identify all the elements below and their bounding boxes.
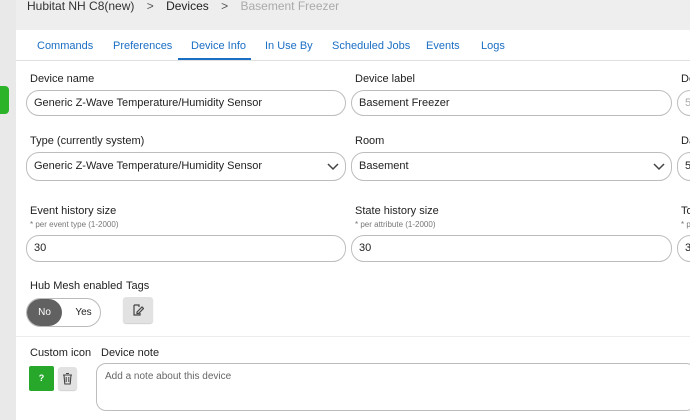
device-note-textarea[interactable]: Add a note about this device [96, 363, 690, 411]
tab-commands[interactable]: Commands [37, 40, 93, 52]
device-label-label: Device label [355, 73, 415, 85]
column3-row3-hint: * p [681, 220, 690, 229]
section-divider [16, 336, 690, 337]
chevron-down-icon [327, 163, 339, 171]
room-select[interactable]: Basement [351, 152, 672, 181]
type-select[interactable]: Generic Z-Wave Temperature/Humidity Sens… [26, 152, 346, 181]
active-tab-indicator [178, 58, 251, 60]
hub-mesh-no-option[interactable]: No [27, 299, 62, 326]
breadcrumb-hub[interactable]: Hubitat NH C8(new) [27, 0, 134, 12]
breadcrumb-devices[interactable]: Devices [166, 0, 209, 12]
tab-preferences[interactable]: Preferences [113, 40, 172, 52]
type-select-value: Generic Z-Wave Temperature/Humidity Sens… [34, 160, 263, 172]
tags-label: Tags [126, 280, 150, 292]
state-history-input[interactable]: 30 [351, 235, 672, 262]
sidebar-active-indicator[interactable] [0, 86, 9, 114]
event-history-input[interactable]: 30 [26, 235, 346, 262]
edit-icon [133, 304, 144, 316]
tab-in-use-by[interactable]: In Use By [265, 40, 313, 52]
device-label-input[interactable]: Basement Freezer [351, 90, 672, 116]
chevron-down-icon [653, 163, 665, 171]
left-sidebar-strip [0, 0, 16, 420]
room-label: Room [355, 135, 385, 147]
delete-icon-button[interactable] [58, 367, 77, 390]
column3-row1-input[interactable]: 5 [677, 90, 690, 116]
edit-tags-button[interactable] [123, 297, 153, 323]
trash-icon [63, 372, 72, 385]
column3-row1-label: De [681, 73, 690, 85]
event-history-label: Event history size [30, 205, 117, 217]
tab-scheduled-jobs[interactable]: Scheduled Jobs [332, 40, 410, 52]
breadcrumb-separator-icon: > [221, 0, 229, 13]
breadcrumb: Hubitat NH C8(new) > Devices > Basement … [27, 0, 339, 12]
tab-events[interactable]: Events [426, 40, 460, 52]
hub-mesh-label: Hub Mesh enabled [30, 280, 123, 292]
column3-row2-label: Da [681, 135, 690, 147]
tab-device-info[interactable]: Device Info [191, 40, 246, 52]
tab-logs[interactable]: Logs [481, 40, 505, 52]
column3-row3-input[interactable]: 3 [677, 235, 690, 262]
state-history-hint: * per attribute (1-2000) [355, 220, 436, 229]
room-select-value: Basement [359, 160, 409, 172]
device-name-label: Device name [30, 73, 95, 85]
device-name-input[interactable]: Generic Z-Wave Temperature/Humidity Sens… [26, 90, 346, 116]
column3-row3-label: To [681, 205, 690, 217]
breadcrumb-current-device: Basement Freezer [240, 0, 340, 13]
device-note-label: Device note [101, 347, 160, 359]
event-history-hint: * per event type (1-2000) [30, 220, 119, 229]
type-label: Type (currently system) [30, 135, 145, 147]
tab-bar: Commands Preferences Device Info In Use … [16, 30, 690, 61]
breadcrumb-separator-icon: > [146, 0, 154, 13]
device-card: Commands Preferences Device Info In Use … [16, 30, 690, 420]
column3-row2-input[interactable]: 5 [677, 152, 690, 181]
custom-icon-button[interactable]: ? [29, 366, 54, 391]
hub-mesh-yes-option[interactable]: Yes [71, 299, 96, 326]
state-history-label: State history size [355, 205, 439, 217]
hub-mesh-toggle: No Yes [26, 298, 101, 327]
custom-icon-label: Custom icon [30, 347, 92, 359]
